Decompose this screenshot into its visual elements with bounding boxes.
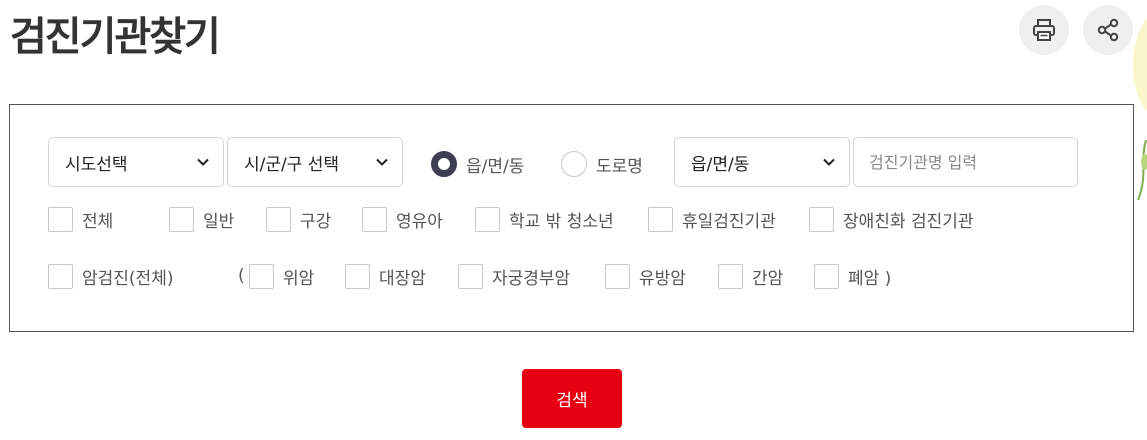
- checkbox-box: [345, 264, 370, 289]
- checkbox-all[interactable]: 전체: [48, 207, 113, 232]
- dong-select-value: 읍/면/동: [691, 154, 750, 175]
- print-button[interactable]: [1019, 5, 1069, 55]
- page-title: 검진기관찾기: [10, 14, 221, 60]
- checkbox-lung-cancer[interactable]: 폐암 ): [814, 264, 891, 289]
- checkbox-disability-friendly[interactable]: 장애친화 검진기관: [809, 207, 974, 232]
- sido-select-value: 시도선택: [65, 154, 128, 175]
- checkbox-label: 위암: [283, 269, 315, 289]
- checkbox-cervical-cancer[interactable]: 자궁경부암: [458, 264, 570, 289]
- checkbox-box: [648, 207, 673, 232]
- sigungu-select[interactable]: 시/군/구 선택: [227, 137, 403, 187]
- checkbox-label: 대장암: [379, 269, 426, 289]
- open-parenthesis: (: [238, 266, 245, 286]
- checkbox-label: 전체: [82, 212, 114, 232]
- search-button[interactable]: 검색: [522, 369, 622, 428]
- checkbox-breast-cancer[interactable]: 유방암: [605, 264, 686, 289]
- checkbox-holiday-clinic[interactable]: 휴일검진기관: [648, 207, 776, 232]
- checkbox-label: 간암: [752, 269, 784, 289]
- chevron-down-icon: [197, 158, 209, 166]
- checkbox-box: [169, 207, 194, 232]
- sigungu-select-value: 시/군/구 선택: [244, 154, 340, 175]
- checkbox-label: 유방암: [639, 269, 686, 289]
- checkbox-label: 자궁경부암: [492, 269, 571, 289]
- checkbox-box: [814, 264, 839, 289]
- chevron-down-icon: [376, 158, 388, 166]
- checkbox-stomach-cancer[interactable]: 위암: [249, 264, 314, 289]
- checkbox-label: 휴일검진기관: [682, 212, 776, 232]
- checkbox-colon-cancer[interactable]: 대장암: [345, 264, 426, 289]
- checkbox-box: [475, 207, 500, 232]
- radio-eupmyeondong-label: 읍/면/동: [466, 156, 525, 177]
- radio-doromyeong[interactable]: 도로명: [561, 151, 643, 177]
- checkbox-label: 일반: [203, 212, 235, 232]
- checkbox-box: [718, 264, 743, 289]
- checkbox-label: 영유아: [396, 212, 443, 232]
- checkbox-label: 장애친화 검진기관: [843, 212, 974, 232]
- checkbox-dental[interactable]: 구강: [266, 207, 331, 232]
- checkbox-label: 폐암 ): [848, 269, 892, 289]
- checkbox-infant[interactable]: 영유아: [362, 207, 443, 232]
- checkbox-box: [605, 264, 630, 289]
- radio-eupmyeondong[interactable]: 읍/면/동: [431, 151, 524, 177]
- decorative-illustration: [1133, 10, 1147, 120]
- checkbox-out-of-school-youth[interactable]: 학교 밖 청소년: [475, 207, 614, 232]
- checkbox-label: 구강: [300, 212, 332, 232]
- checkbox-box: [249, 264, 274, 289]
- checkbox-label: 암검진(전체): [82, 269, 174, 289]
- radio-unselected-indicator: [561, 151, 587, 177]
- share-icon: [1097, 18, 1119, 42]
- checkbox-label: 학교 밖 청소년: [509, 212, 614, 232]
- institution-name-input[interactable]: [853, 137, 1078, 187]
- leaf-decoration-icon: [1137, 140, 1147, 200]
- checkbox-box: [458, 264, 483, 289]
- search-filter-panel: 시도선택 시/군/구 선택 읍/면/동 도로명 읍/면/동 전체 일반 구강: [9, 104, 1134, 332]
- share-button[interactable]: [1083, 5, 1133, 55]
- checkbox-box: [48, 207, 73, 232]
- checkbox-liver-cancer[interactable]: 간암: [718, 264, 783, 289]
- checkbox-box: [48, 264, 73, 289]
- checkbox-box: [809, 207, 834, 232]
- chevron-down-icon: [823, 158, 835, 166]
- checkbox-box: [266, 207, 291, 232]
- printer-icon: [1033, 19, 1055, 41]
- checkbox-cancer-all[interactable]: 암검진(전체): [48, 264, 173, 289]
- checkbox-general[interactable]: 일반: [169, 207, 234, 232]
- sido-select[interactable]: 시도선택: [48, 137, 224, 187]
- checkbox-box: [362, 207, 387, 232]
- radio-selected-indicator: [431, 151, 457, 177]
- radio-doromyeong-label: 도로명: [596, 156, 643, 177]
- dong-select[interactable]: 읍/면/동: [674, 137, 850, 187]
